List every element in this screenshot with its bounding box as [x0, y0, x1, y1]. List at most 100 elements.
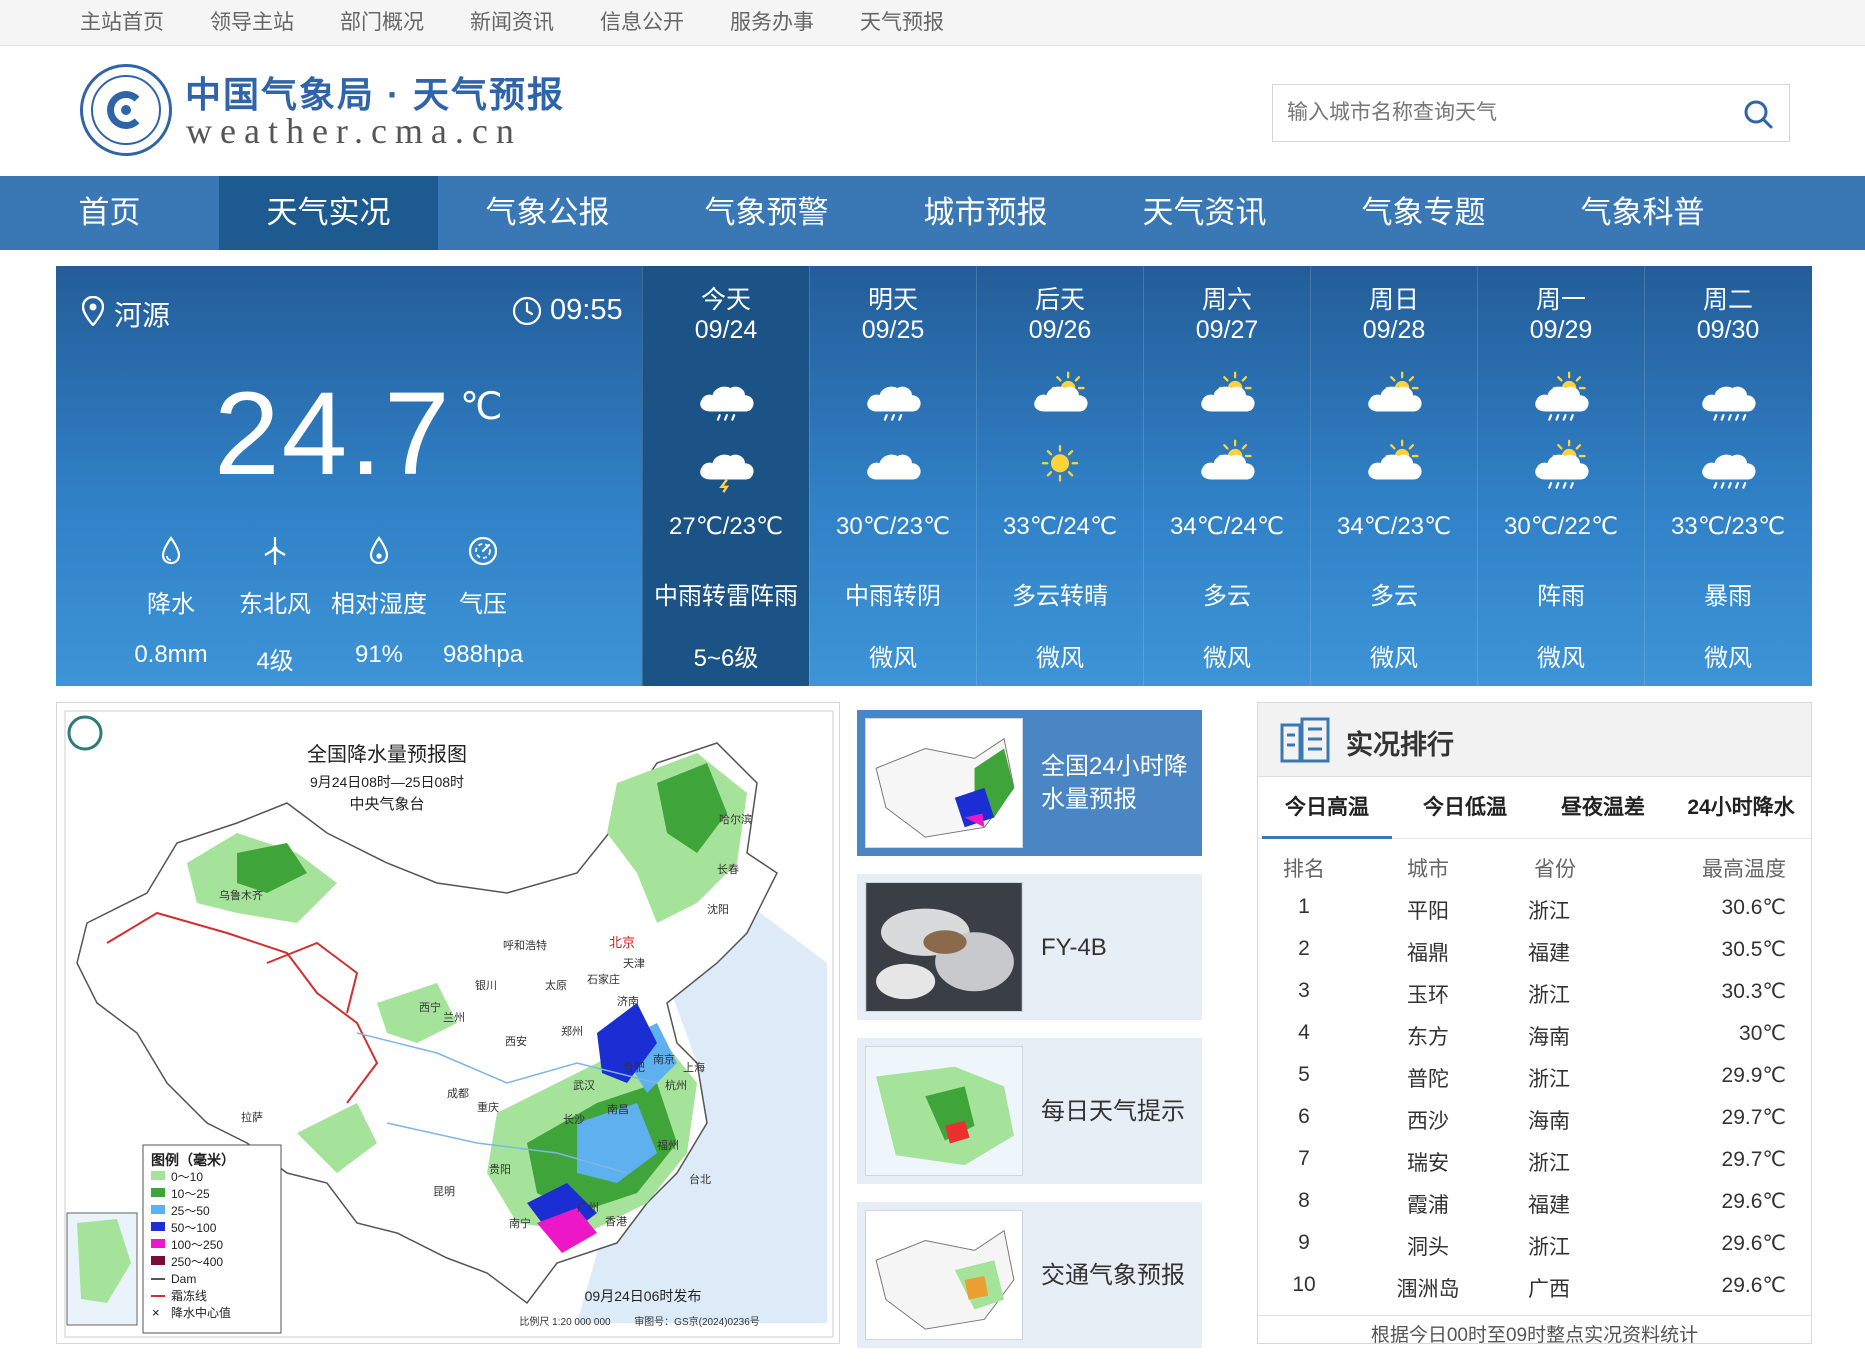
forecast-date: 09/25	[861, 316, 925, 344]
top-link-forecast[interactable]: 天气预报	[860, 0, 944, 46]
forecast-day[interactable]: 周六 09/27 34℃/24℃ 多云 微风	[1143, 266, 1310, 686]
metric-label: 降水	[147, 591, 195, 618]
rank-city: 洞头	[1407, 1236, 1449, 1259]
forecast-day[interactable]: 周一 09/29 30℃/22℃ 阵雨 微风	[1477, 266, 1644, 686]
legend-swatch: ×	[152, 1305, 160, 1320]
tab-today-low[interactable]: 今日低温	[1396, 777, 1534, 838]
thumb-label: 每日天气提示	[1041, 1097, 1185, 1125]
legend-label: 0～10	[171, 1170, 203, 1184]
metric-label: 东北风	[239, 591, 311, 618]
forecast-temperature: 34℃/23℃	[1337, 513, 1451, 540]
map-city-label: 银川	[475, 978, 497, 992]
nav-item-weather-news[interactable]: 天气资讯	[1095, 176, 1314, 250]
map-city-label: 重庆	[477, 1100, 499, 1114]
tab-today-high[interactable]: 今日高温	[1258, 777, 1396, 839]
forecast-day-name: 今天	[700, 286, 751, 314]
map-city-label: 香港	[605, 1215, 627, 1228]
location-pin-icon	[82, 296, 104, 326]
rank-province: 浙江	[1528, 1236, 1570, 1259]
map-city-label: 长沙	[563, 1113, 585, 1126]
map-city-label: 呼和浩特	[503, 938, 547, 952]
metric-label: 气压	[459, 591, 507, 618]
table-row[interactable]: 9 洞头 浙江 29.6℃	[1258, 1223, 1811, 1265]
top-link-services[interactable]: 服务办事	[730, 0, 814, 46]
nav-item-home[interactable]: 首页	[0, 176, 219, 250]
sun-shower-icon	[1535, 371, 1589, 421]
forecast-day[interactable]: 明天 09/25 30℃/23℃ 中雨转阴 微风	[809, 266, 976, 686]
map-city-label: 石家庄	[587, 972, 620, 986]
table-row[interactable]: 2 福鼎 福建 30.5℃	[1258, 929, 1811, 971]
table-row[interactable]: 7 瑞安 浙江 29.7℃	[1258, 1139, 1811, 1181]
search-icon[interactable]	[1741, 97, 1775, 131]
metric-humidity: 相对湿度 91%	[324, 534, 434, 669]
nav-item-science[interactable]: 气象科普	[1533, 176, 1752, 250]
table-row[interactable]: 5 普陀 浙江 29.9℃	[1258, 1055, 1811, 1097]
table-row[interactable]: 8 霞浦 福建 29.6℃	[1258, 1181, 1811, 1223]
precipitation-forecast-map[interactable]: 全国降水量预报图 9月24日08时—25日08时 中央气象台 北京 天津 呼和浩…	[56, 702, 840, 1344]
map-city-label: 上海	[683, 1060, 705, 1074]
table-row[interactable]: 3 玉环 浙江 30.3℃	[1258, 971, 1811, 1013]
main-nav: 首页 天气实况 气象公报 气象预警 城市预报 天气资讯 气象专题 气象科普	[0, 176, 1865, 250]
rank-city: 西沙	[1407, 1110, 1449, 1133]
cma-logo-icon[interactable]	[80, 64, 172, 156]
table-row[interactable]: 1 平阳 浙江 30.6℃	[1258, 887, 1811, 929]
rank-number: 1	[1298, 895, 1310, 918]
location-name[interactable]: 河源	[114, 294, 170, 334]
forecast-day[interactable]: 周日 09/28 34℃/23℃ 多云 微风	[1310, 266, 1477, 686]
thumb-traffic-forecast[interactable]: 交通气象预报	[857, 1202, 1202, 1348]
tab-24h-precip[interactable]: 24小时降水	[1672, 777, 1810, 838]
current-conditions: 河源 09:55 24.7 ℃ 降水 0.8mm 东北风 4级 相对湿度 91%…	[56, 266, 642, 686]
thumb-daily-tips[interactable]: 每日天气提示	[857, 1038, 1202, 1184]
map-agency: 中央气象台	[349, 796, 424, 813]
weather-tips-thumbnail	[865, 1046, 1023, 1176]
table-row[interactable]: 4 东方 海南 30℃	[1258, 1013, 1811, 1055]
map-city-label: 天津	[623, 957, 645, 970]
legend-swatch	[151, 1239, 165, 1248]
city-search-input[interactable]	[1273, 85, 1713, 141]
top-link-disclosure[interactable]: 信息公开	[600, 0, 684, 46]
nav-item-warnings[interactable]: 气象预警	[657, 176, 876, 250]
top-link-leader[interactable]: 领导主站	[210, 0, 294, 46]
column-header-province: 省份	[1534, 858, 1576, 881]
top-link-news[interactable]: 新闻资讯	[470, 0, 554, 46]
nav-item-live-weather[interactable]: 天气实况	[219, 176, 438, 250]
nav-item-bulletin[interactable]: 气象公报	[438, 176, 657, 250]
map-issued-time: 09月24日06时发布	[585, 1288, 702, 1304]
forecast-day-name: 后天	[1034, 286, 1085, 314]
heavy-rain-icon	[1702, 386, 1756, 421]
rank-number: 9	[1298, 1231, 1310, 1254]
rank-city: 福鼎	[1407, 942, 1449, 965]
nav-item-city-forecast[interactable]: 城市预报	[876, 176, 1095, 250]
thumb-precip-24h[interactable]: 全国24小时降水量预报	[857, 710, 1202, 856]
weather-panel: 河源 09:55 24.7 ℃ 降水 0.8mm 东北风 4级 相对湿度 91%…	[56, 266, 1812, 686]
rank-province: 海南	[1528, 1110, 1570, 1133]
legend-label: 霜冻线	[171, 1288, 207, 1303]
forecast-description: 中雨转雷阵雨	[654, 583, 798, 610]
legend-swatch	[151, 1256, 165, 1265]
top-link-departments[interactable]: 部门概况	[340, 0, 424, 46]
thumb-fy4b[interactable]: FY-4B	[857, 874, 1202, 1020]
rank-temperature: 30.3℃	[1721, 980, 1786, 1003]
top-bar: 主站首页 领导主站 部门概况 新闻资讯 信息公开 服务办事 天气预报	[0, 0, 1865, 46]
map-city-label: 武汉	[573, 1079, 595, 1092]
forecast-description: 多云	[1203, 583, 1251, 610]
rank-number: 2	[1298, 937, 1310, 960]
map-city-label: 台北	[689, 1172, 711, 1186]
forecast-wind: 微风	[1704, 645, 1752, 672]
table-row[interactable]: 6 西沙 海南 29.7℃	[1258, 1097, 1811, 1139]
table-row[interactable]: 10 涠洲岛 广西 29.6℃	[1258, 1265, 1811, 1307]
forecast-day[interactable]: 今天 09/24 27℃/23℃ 中雨转雷阵雨 5~6级	[642, 266, 809, 686]
nav-item-topics[interactable]: 气象专题	[1314, 176, 1533, 250]
top-link-home[interactable]: 主站首页	[80, 0, 164, 46]
legend-swatch	[151, 1222, 165, 1231]
map-subtitle: 9月24日08时—25日08时	[310, 774, 464, 790]
building-chart-icon	[1280, 717, 1330, 763]
rank-city: 玉环	[1407, 984, 1449, 1007]
partly-cloudy-icon	[1201, 371, 1255, 412]
forecast-date: 09/30	[1696, 316, 1760, 344]
map-city-label: 南昌	[607, 1103, 629, 1116]
forecast-day[interactable]: 后天 09/26 33℃/24℃ 多云转晴 微风	[976, 266, 1143, 686]
forecast-day[interactable]: 周二 09/30 33℃/23℃ 暴雨 微风	[1644, 266, 1811, 686]
tab-day-night-diff[interactable]: 昼夜温差	[1534, 777, 1672, 838]
rank-temperature: 29.7℃	[1721, 1148, 1786, 1171]
